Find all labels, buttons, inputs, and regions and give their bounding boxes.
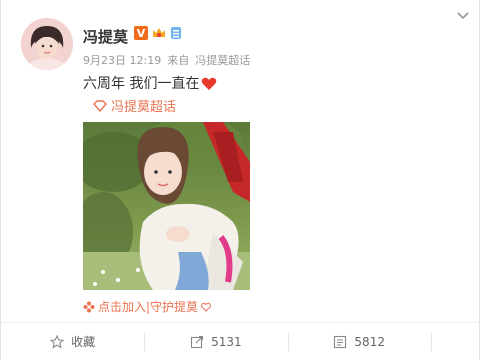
star-icon <box>50 334 65 349</box>
comment-icon <box>334 335 347 348</box>
post-date[interactable]: 9月23日 12:19 <box>83 52 161 68</box>
post-photo[interactable] <box>83 122 250 290</box>
post-text: 六周年 我们一直在 <box>83 73 217 93</box>
post-source[interactable]: 冯提莫超话 <box>195 52 250 68</box>
action-bar: 收藏 5131 5812 <box>1 323 480 360</box>
svg-text:V: V <box>137 27 146 40</box>
join-link[interactable]: 点击加入|守护提莫 <box>83 298 212 315</box>
post-source-prefix: 来自 <box>167 54 190 67</box>
heart-icon <box>202 77 217 90</box>
repost-icon <box>191 335 204 348</box>
post-text-content: 六周年 我们一直在 <box>83 76 200 92</box>
verified-icon: V <box>134 26 148 40</box>
user-badges: V <box>134 26 182 40</box>
diamond-icon <box>93 99 107 112</box>
user-name[interactable]: 冯提莫 <box>83 26 128 47</box>
supertopic-label: 冯提莫超话 <box>111 100 177 115</box>
fan-level-icon[interactable] <box>170 26 182 40</box>
join-label: 点击加入|守护提莫 <box>98 300 199 314</box>
favorite-label: 收藏 <box>71 335 96 349</box>
repost-button[interactable]: 5131 <box>144 323 287 360</box>
like-button-partial[interactable] <box>430 323 480 360</box>
supertopic-link[interactable]: 冯提莫超话 <box>93 96 176 115</box>
chevron-down-icon[interactable] <box>455 10 471 22</box>
post-meta: 9月23日 12:19 来自 冯提莫超话 <box>83 52 250 68</box>
weibo-post-card: 冯提莫 V 9月23日 12:19 来自 冯提莫超话 六周年 我们一直在 冯提莫… <box>0 0 480 360</box>
repost-count: 5131 <box>211 334 242 349</box>
comment-button[interactable]: 5812 <box>287 323 431 360</box>
flower-icon <box>83 301 95 312</box>
favorite-button[interactable]: 收藏 <box>1 323 144 360</box>
member-crown-icon[interactable] <box>151 26 167 40</box>
avatar[interactable] <box>21 18 73 70</box>
small-heart-icon <box>201 302 212 312</box>
comment-count: 5812 <box>354 334 385 349</box>
